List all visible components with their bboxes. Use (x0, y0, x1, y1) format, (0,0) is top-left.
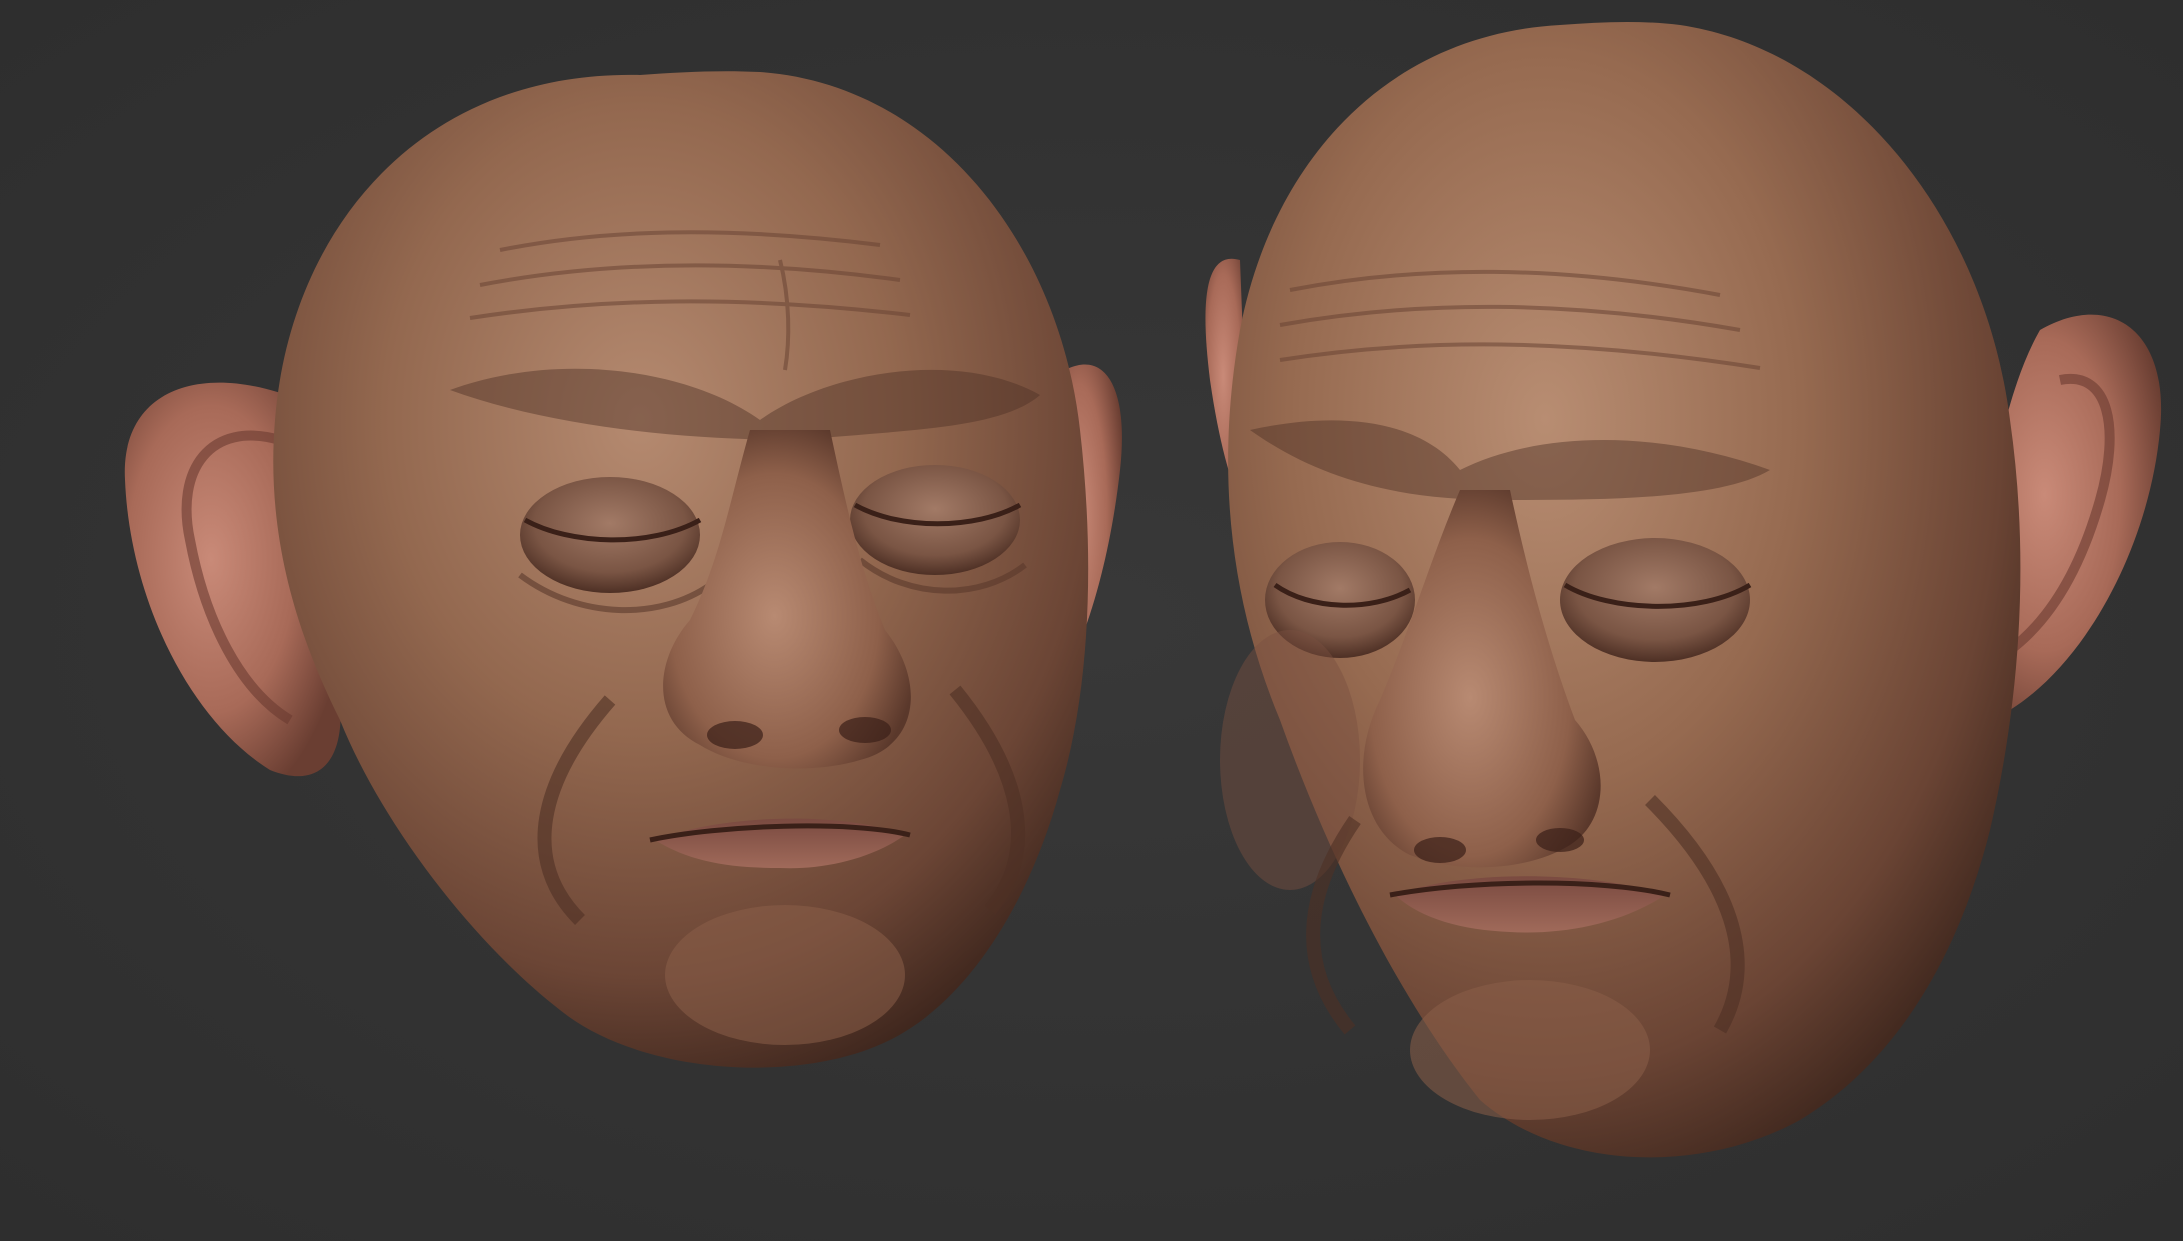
render-viewport (0, 0, 2183, 1241)
left-eye-closed (520, 477, 700, 593)
sculpt-render (124, 21, 2162, 1158)
chin (665, 905, 905, 1045)
right-eye-closed (850, 465, 1020, 575)
chin (1410, 980, 1650, 1120)
head-three-quarter-view (1205, 21, 2162, 1158)
head-front-view (124, 71, 1122, 1068)
